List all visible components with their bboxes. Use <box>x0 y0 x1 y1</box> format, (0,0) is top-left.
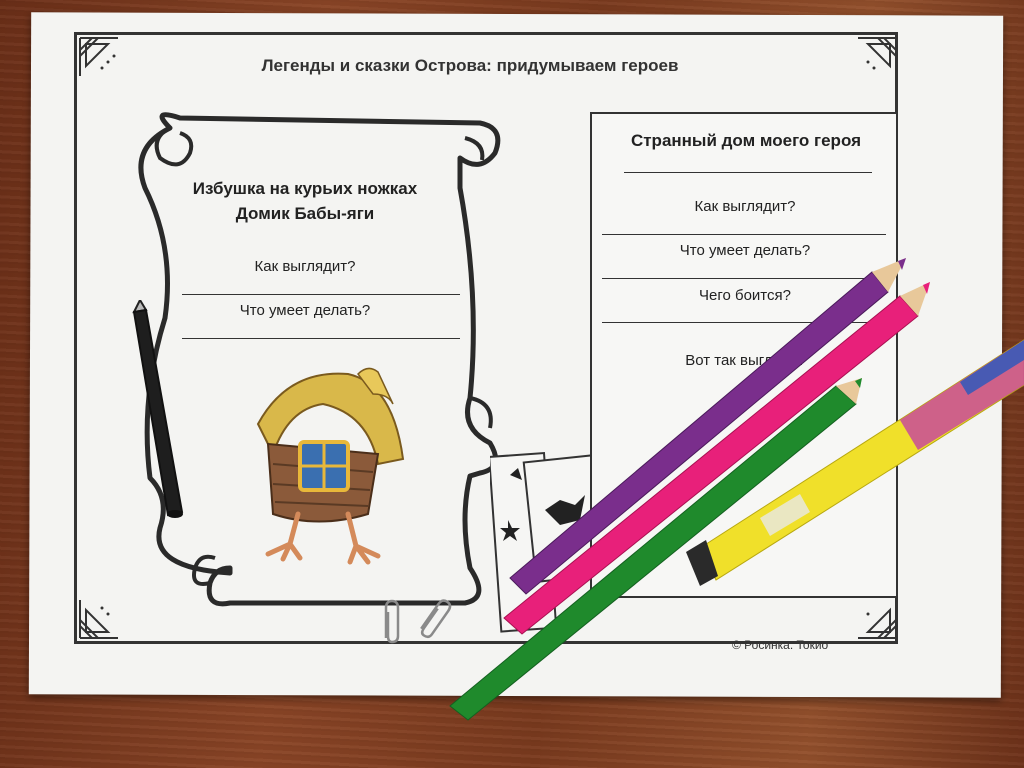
colored-pencils-layer <box>449 258 1024 721</box>
yellow-marker[interactable] <box>686 339 1024 586</box>
green-pencil[interactable] <box>449 378 862 721</box>
